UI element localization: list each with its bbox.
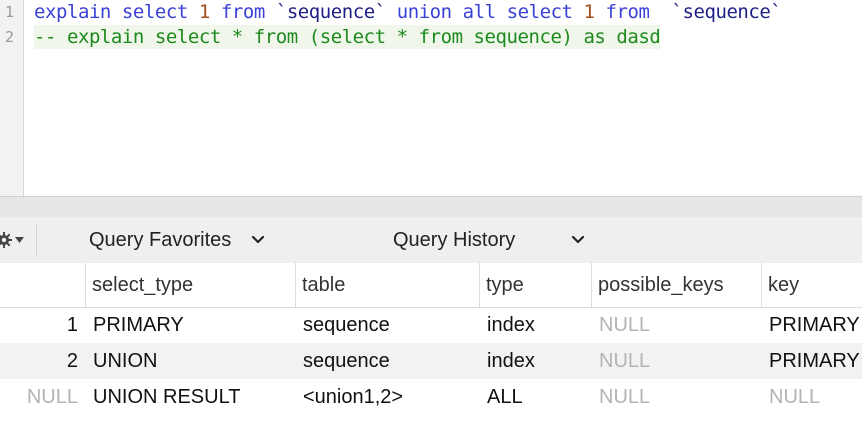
cell-table: <union1,2> <box>303 386 404 408</box>
toolbar-divider <box>36 225 37 255</box>
caret-down-icon <box>15 236 24 243</box>
cell-id: 2 <box>66 350 78 372</box>
sql-number: 1 <box>583 1 595 23</box>
results-toolbar: Query Favorites Query History <box>0 217 862 264</box>
results-grid: select_type table type possible_keys key… <box>0 263 862 430</box>
cell-table: sequence <box>303 314 390 336</box>
cell-key: NULL <box>769 386 821 408</box>
column-header-possible-keys[interactable]: possible_keys <box>591 263 761 307</box>
query-favorites-button[interactable]: Query Favorites <box>89 227 265 253</box>
sql-keyword: union all select <box>396 1 573 23</box>
cell-select-type: PRIMARY <box>93 314 184 336</box>
column-header-type[interactable]: type <box>479 263 591 307</box>
cell-type: ALL <box>487 386 523 408</box>
table-row[interactable]: NULL UNION RESULT <union1,2> ALL NULL NU… <box>0 379 862 415</box>
sql-identifier: `sequence` <box>671 1 782 23</box>
cell-id: 1 <box>66 314 78 336</box>
cell-possible-keys: NULL <box>599 314 651 336</box>
cell-key: PRIMARY <box>769 350 860 372</box>
cell-type: index <box>487 350 535 372</box>
cell-type: index <box>487 314 535 336</box>
sql-keyword: from <box>220 1 265 23</box>
gear-icon <box>0 232 12 248</box>
pane-splitter[interactable] <box>0 196 862 217</box>
gear-menu-button[interactable] <box>0 229 28 251</box>
sql-identifier: `sequence` <box>275 1 386 23</box>
cell-table: sequence <box>303 350 390 372</box>
chevron-down-icon <box>572 235 585 244</box>
query-history-button[interactable]: Query History <box>393 227 585 253</box>
query-editor[interactable]: 1 2 explain select 1 from `sequence` uni… <box>0 0 862 196</box>
query-history-label: Query History <box>393 228 516 251</box>
line-number-gutter: 1 2 <box>0 0 24 196</box>
line-number: 1 <box>4 3 14 21</box>
query-favorites-label: Query Favorites <box>89 228 232 251</box>
sql-keyword: from <box>605 1 650 23</box>
column-header-table[interactable]: table <box>295 263 479 307</box>
cell-select-type: UNION RESULT <box>93 386 241 408</box>
cell-id: NULL <box>26 386 78 408</box>
grid-header: select_type table type possible_keys key <box>0 263 862 308</box>
code-line[interactable]: explain select 1 from `sequence` union a… <box>34 0 782 24</box>
column-header-select-type[interactable]: select_type <box>85 263 295 307</box>
line-number: 2 <box>4 28 14 46</box>
cell-select-type: UNION <box>93 350 158 372</box>
table-row[interactable]: 1 PRIMARY sequence index NULL PRIMARY <box>0 307 862 343</box>
cell-possible-keys: NULL <box>599 350 651 372</box>
column-header-key[interactable]: key <box>761 263 862 307</box>
table-row[interactable]: 2 UNION sequence index NULL PRIMARY <box>0 343 862 379</box>
sql-keyword: explain select <box>34 1 188 23</box>
cell-possible-keys: NULL <box>599 386 651 408</box>
chevron-down-icon <box>252 235 265 244</box>
cell-key: PRIMARY <box>769 314 860 336</box>
sql-number: 1 <box>198 1 210 23</box>
code-line-comment[interactable]: -- explain select * from (select * from … <box>34 25 661 49</box>
